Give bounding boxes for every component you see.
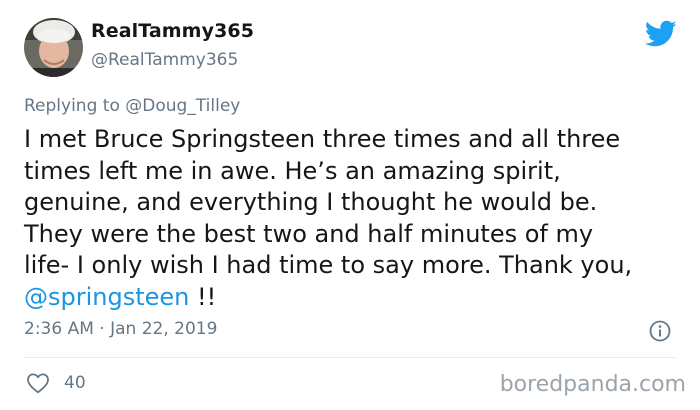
info-icon[interactable] (649, 320, 671, 342)
tweet-card: RealTammy365 @RealTammy365 Replying to @… (0, 0, 700, 410)
tweet-line: times left me in awe. He’s an amazing sp… (24, 156, 561, 185)
watermark: boredpanda.com (499, 372, 686, 397)
tweet-text: I met Bruce Springsteen three times and … (24, 124, 684, 313)
mention-link[interactable]: @springsteen (24, 283, 189, 311)
reply-prefix: Replying to (24, 96, 120, 116)
tweet-line: I met Bruce Springsteen three times and … (24, 125, 621, 153)
replying-to: Replying to @Doug_Tilley (24, 96, 240, 116)
display-name[interactable]: RealTammy365 (91, 20, 254, 42)
user-handle[interactable]: @RealTammy365 (91, 50, 238, 70)
divider (24, 357, 676, 358)
timestamp[interactable]: 2:36 AM · Jan 22, 2019 (24, 319, 217, 339)
tweet-last-line: @springsteen !! (24, 282, 684, 314)
tweet-suffix: !! (189, 282, 217, 311)
avatar[interactable] (24, 18, 83, 77)
tweet-line: genuine, and everything I thought he wou… (24, 188, 598, 216)
reply-to-link[interactable]: @Doug_Tilley (125, 96, 240, 116)
like-count[interactable]: 40 (64, 373, 86, 393)
twitter-bird-icon[interactable] (644, 20, 677, 48)
tweet-line: They were the best two and half minutes … (24, 219, 594, 248)
heart-icon[interactable] (26, 372, 50, 394)
tweet-line: life- I only wish I had time to say more… (24, 251, 633, 279)
